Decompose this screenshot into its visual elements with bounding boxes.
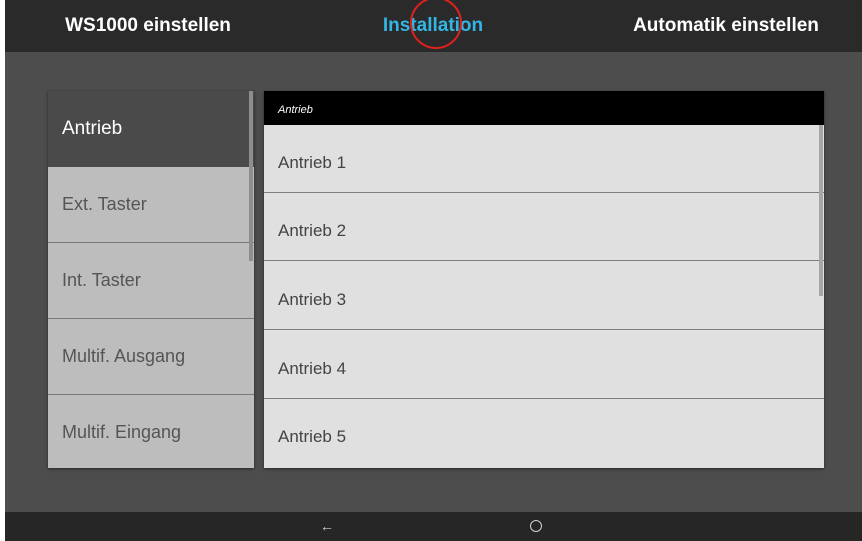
app-screen: WS1000 einstellen Installation Automatik…	[5, 0, 862, 541]
category-item-antrieb[interactable]: Antrieb	[48, 91, 254, 167]
category-list: Antrieb Ext. Taster Int. Taster Multif. …	[48, 91, 254, 468]
list-item-label: Antrieb 2	[278, 221, 347, 240]
list-header-title: Antrieb	[278, 104, 313, 116]
list-scrollbar[interactable]	[819, 125, 823, 296]
category-label: Int. Taster	[62, 270, 141, 290]
tab-automatik-einstellen[interactable]: Automatik einstellen	[595, 0, 857, 52]
drive-list-panel: Antrieb Antrieb 1 Antrieb 2 Antrieb 3 An…	[264, 91, 824, 468]
category-label: Multif. Ausgang	[62, 346, 186, 366]
list-item-antrieb-1[interactable]: Antrieb 1	[264, 125, 824, 193]
top-tab-bar: WS1000 einstellen Installation Automatik…	[5, 0, 862, 52]
category-item-int-taster[interactable]: Int. Taster	[48, 243, 254, 319]
category-label: Antrieb	[62, 118, 123, 139]
list-header: Antrieb	[264, 91, 824, 125]
back-arrow-icon[interactable]: ←	[320, 516, 334, 536]
category-item-multif-ausgang[interactable]: Multif. Ausgang	[48, 319, 254, 395]
system-nav-bar: ←	[5, 512, 862, 541]
list-item-label: Antrieb 3	[278, 290, 347, 309]
category-label: Multif. Eingang	[62, 422, 182, 442]
home-circle-icon[interactable]	[530, 520, 542, 532]
list-item-antrieb-4[interactable]: Antrieb 4	[264, 331, 824, 399]
category-scrollbar[interactable]	[249, 91, 253, 261]
list-item-label: Antrieb 1	[278, 153, 347, 172]
category-item-ext-taster[interactable]: Ext. Taster	[48, 167, 254, 243]
category-item-multif-eingang[interactable]: Multif. Eingang	[48, 395, 254, 468]
list-item-antrieb-3[interactable]: Antrieb 3	[264, 262, 824, 330]
list-item-antrieb-5[interactable]: Antrieb 5	[264, 399, 824, 467]
list-item-label: Antrieb 4	[278, 359, 347, 378]
list-item-antrieb-2[interactable]: Antrieb 2	[264, 193, 824, 261]
list-item-label: Antrieb 5	[278, 427, 347, 446]
category-label: Ext. Taster	[62, 194, 147, 214]
tab-ws1000-einstellen[interactable]: WS1000 einstellen	[33, 0, 263, 52]
